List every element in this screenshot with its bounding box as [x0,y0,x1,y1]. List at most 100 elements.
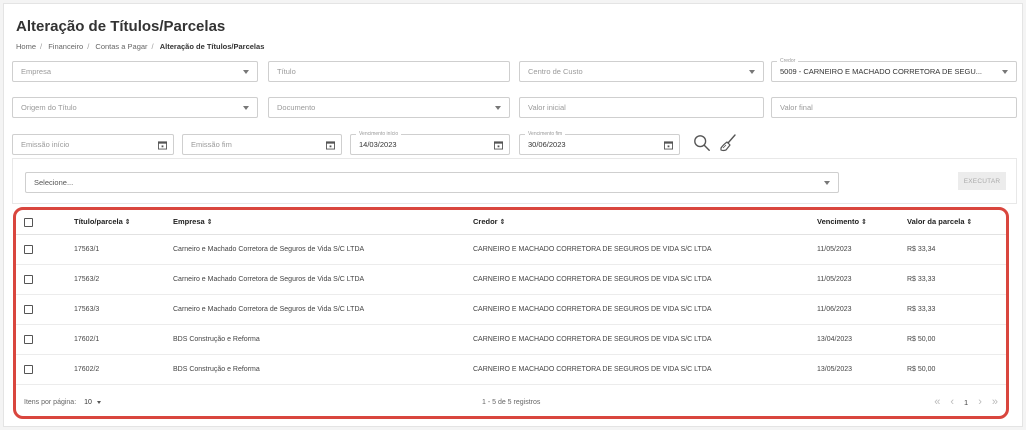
pagination-range: 1 - 5 de 5 registros [482,399,541,406]
row-checkbox[interactable] [24,364,33,374]
cell-valor: R$ 33,34 [907,234,1006,265]
vencimento-fim-value: 30/06/2023 [528,140,566,149]
header-valor-label: Valor da parcela [907,217,965,227]
calendar-icon[interactable] [326,140,335,149]
cell-valor: R$ 50,00 [907,324,1006,355]
breadcrumb-contas-a-pagar[interactable]: Contas a Pagar [95,42,147,51]
last-page-icon[interactable]: » [992,396,998,408]
sort-icon: ⇕ [966,219,973,227]
sort-icon: ⇕ [206,219,213,227]
vencimento-fim-input[interactable]: Vencimento fim 30/06/2023 [519,131,680,155]
cell-valor: R$ 33,33 [907,264,1006,295]
sort-icon: ⇕ [124,219,131,227]
emissao-fim-input[interactable]: Emissão fim [182,134,342,155]
cell-vencimento: 11/05/2023 [817,234,907,265]
header-credor[interactable]: Credor ⇕ [473,210,817,235]
cell-empresa: BDS Construção e Reforma [173,324,473,355]
table-row: 17563/2 Carneiro e Machado Corretora de … [16,264,1006,295]
emissao-inicio-input[interactable]: Emissão início [12,134,174,155]
header-vencimento-label: Vencimento [817,217,860,227]
action-panel: Selecione... EXECUTAR [12,158,1017,204]
table-header-row: Título/parcela ⇕ Empresa ⇕ Credor ⇕ Vencime… [16,210,1006,235]
valor-inicial-input[interactable]: Valor inicial [519,97,764,118]
centro-custo-select[interactable]: Centro de Custo [519,61,764,82]
emissao-fim-placeholder: Emissão fim [191,140,232,149]
breadcrumb: Home / Financeiro / Contas a Pagar / Altera… [16,42,265,51]
breadcrumb-financeiro[interactable]: Financeiro [48,42,83,51]
pager: « ‹ 1 › » [934,396,998,408]
current-page[interactable]: 1 [964,398,968,407]
results-table-highlight: Título/parcela ⇕ Empresa ⇕ Credor ⇕ Vencime… [13,207,1009,419]
chevron-down-icon [1002,69,1008,74]
breadcrumb-current: Alteração de Títulos/Parcelas [159,42,265,51]
broom-clear-icon[interactable] [718,133,738,153]
breadcrumb-home[interactable]: Home [16,42,36,51]
row-checkbox[interactable] [24,274,33,284]
action-select[interactable]: Selecione... [25,172,839,193]
prev-page-icon[interactable]: ‹ [950,396,954,408]
cell-titulo: 17563/1 [74,234,173,265]
credor-value: 5009 - CARNEIRO E MACHADO CORRETORA DE S… [780,67,982,76]
cell-vencimento: 11/05/2023 [817,264,907,295]
pagination-footer: Itens por página: 10 1 - 5 de 5 registro… [16,389,1006,416]
calendar-icon[interactable] [494,140,503,149]
executar-button[interactable]: EXECUTAR [958,172,1006,190]
header-vencimento[interactable]: Vencimento ⇕ [817,210,907,235]
results-table: Título/parcela ⇕ Empresa ⇕ Credor ⇕ Vencime… [16,210,1006,385]
header-titulo[interactable]: Título/parcela ⇕ [74,210,173,235]
page-title: Alteração de Títulos/Parcelas [16,18,226,35]
header-valor[interactable]: Valor da parcela ⇕ [907,210,1006,235]
cell-empresa: Carneiro e Machado Corretora de Seguros … [173,234,473,265]
cell-credor: CARNEIRO E MACHADO CORRETORA DE SEGUROS … [473,354,817,385]
items-per-page-label: Itens por página: [24,399,77,406]
empresa-select[interactable]: Empresa [12,61,258,82]
select-all-cell [16,210,74,235]
row-checkbox[interactable] [24,244,33,254]
cell-credor: CARNEIRO E MACHADO CORRETORA DE SEGUROS … [473,264,817,295]
cell-valor: R$ 33,33 [907,294,1006,325]
valor-inicial-placeholder: Valor inicial [528,103,566,112]
table-row: 17563/3 Carneiro e Machado Corretora de … [16,294,1006,325]
cell-empresa: BDS Construção e Reforma [173,354,473,385]
chevron-down-icon [824,180,830,185]
chevron-down-icon[interactable] [96,400,101,404]
chevron-down-icon [495,105,501,110]
cell-empresa: Carneiro e Machado Corretora de Seguros … [173,294,473,325]
select-all-checkbox[interactable] [24,217,33,227]
cell-titulo: 17563/2 [74,264,173,295]
cell-titulo: 17602/2 [74,354,173,385]
documento-select[interactable]: Documento [268,97,510,118]
items-per-page-select[interactable]: 10 [84,399,92,406]
cell-titulo: 17602/1 [74,324,173,355]
header-empresa[interactable]: Empresa ⇕ [173,210,473,235]
table-row: 17563/1 Carneiro e Machado Corretora de … [16,234,1006,265]
credor-label: Credor [777,58,799,64]
cell-credor: CARNEIRO E MACHADO CORRETORA DE SEGUROS … [473,234,817,265]
search-icon[interactable] [693,134,711,152]
header-empresa-label: Empresa [173,217,205,227]
sort-icon: ⇕ [499,219,506,227]
calendar-icon[interactable] [664,140,673,149]
cell-titulo: 17563/3 [74,294,173,325]
table-row: 17602/1 BDS Construção e Reforma CARNEIR… [16,324,1006,355]
valor-final-input[interactable]: Valor final [771,97,1017,118]
cell-credor: CARNEIRO E MACHADO CORRETORA DE SEGUROS … [473,294,817,325]
emissao-inicio-placeholder: Emissão início [21,140,70,149]
next-page-icon[interactable]: › [978,396,982,408]
vencimento-inicio-value: 14/03/2023 [359,140,397,149]
row-checkbox[interactable] [24,334,33,344]
titulo-input[interactable]: Título [268,61,510,82]
calendar-icon[interactable] [158,140,167,149]
first-page-icon[interactable]: « [934,396,940,408]
cell-empresa: Carneiro e Machado Corretora de Seguros … [173,264,473,295]
row-checkbox[interactable] [24,304,33,314]
credor-select[interactable]: Credor 5009 - CARNEIRO E MACHADO CORRETO… [771,58,1017,82]
vencimento-inicio-input[interactable]: Vencimento início 14/03/2023 [350,131,510,155]
vencimento-fim-label: Vencimento fim [525,131,566,137]
chevron-down-icon [243,105,249,110]
cell-valor: R$ 50,00 [907,354,1006,385]
origem-titulo-select[interactable]: Origem do Título [12,97,258,118]
vencimento-inicio-label: Vencimento início [356,131,402,137]
chevron-down-icon [243,69,249,74]
action-select-placeholder: Selecione... [34,178,74,187]
